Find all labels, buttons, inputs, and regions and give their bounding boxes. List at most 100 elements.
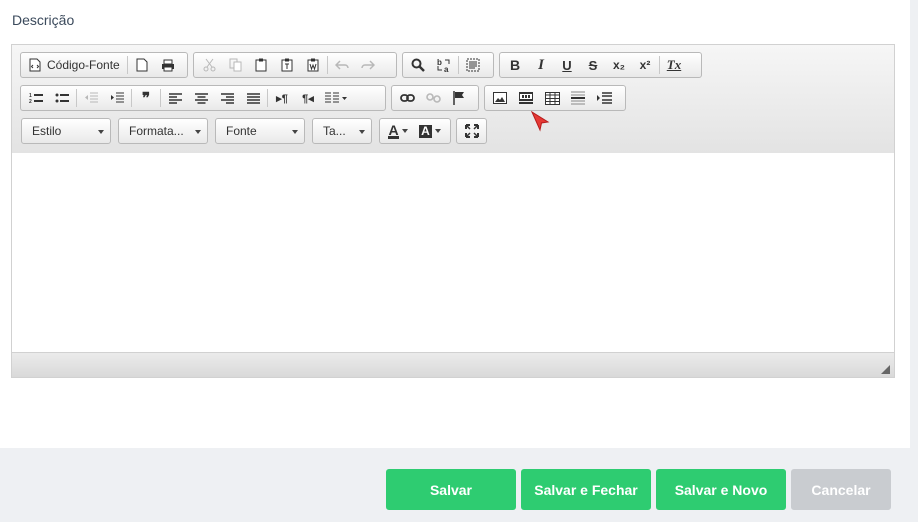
flash-button[interactable] <box>513 87 539 109</box>
replace-button[interactable]: ba <box>431 54 457 76</box>
save-new-button[interactable]: Salvar e Novo <box>656 469 786 510</box>
underline-button[interactable]: U <box>554 54 580 76</box>
paste-text-icon <box>281 58 293 72</box>
undo-icon <box>335 60 349 70</box>
image-icon <box>493 92 507 104</box>
justify-button[interactable] <box>240 87 266 109</box>
undo-button[interactable] <box>329 54 355 76</box>
print-icon <box>161 59 174 71</box>
svg-text:2: 2 <box>29 99 32 104</box>
unlink-button[interactable] <box>420 87 446 109</box>
scroll-gutter <box>910 0 918 448</box>
svg-text:b: b <box>437 58 442 67</box>
toolbar-group-find: ba <box>402 52 494 78</box>
superscript-button[interactable]: x² <box>632 54 658 76</box>
italic-button[interactable]: I <box>528 54 554 76</box>
rtl-button[interactable]: ¶◂ <box>295 87 321 109</box>
separator <box>327 56 328 74</box>
editor-statusbar <box>12 353 894 377</box>
save-button[interactable]: Salvar <box>386 469 516 510</box>
outdent-icon <box>85 92 98 103</box>
align-left-button[interactable] <box>162 87 188 109</box>
chevron-down-icon <box>292 130 298 134</box>
replace-icon: ba <box>437 58 450 73</box>
numbered-list-icon: 12 <box>29 93 43 104</box>
separator <box>76 89 77 107</box>
find-button[interactable] <box>405 54 431 76</box>
redo-button[interactable] <box>355 54 381 76</box>
new-page-button[interactable] <box>129 54 155 76</box>
strike-button[interactable]: S <box>580 54 606 76</box>
source-button[interactable]: Código-Fonte <box>23 54 126 76</box>
language-button[interactable] <box>321 87 351 109</box>
separator <box>126 56 128 74</box>
source-icon <box>29 58 41 72</box>
mouse-pointer-icon <box>530 110 550 132</box>
paste-button[interactable] <box>248 54 274 76</box>
indent-button[interactable] <box>104 87 130 109</box>
select-all-icon <box>466 58 480 72</box>
bold-button[interactable]: B <box>502 54 528 76</box>
format-combo[interactable]: Formata... <box>118 118 208 144</box>
remove-format-button[interactable]: Tx <box>661 54 687 76</box>
paste-icon <box>255 58 267 72</box>
font-size-combo[interactable]: Ta... <box>312 118 372 144</box>
bg-color-button[interactable]: A <box>414 120 446 142</box>
subscript-button[interactable]: x₂ <box>606 54 632 76</box>
separator <box>160 89 161 107</box>
chevron-down-icon <box>434 129 441 133</box>
font-combo[interactable]: Fonte <box>215 118 305 144</box>
cancel-button[interactable]: Cancelar <box>791 469 891 510</box>
horizontal-rule-button[interactable] <box>565 87 591 109</box>
maximize-icon <box>464 124 479 138</box>
toolbar-group-links <box>391 85 479 111</box>
toolbar-group-colors: A A <box>379 118 451 144</box>
separator <box>267 89 268 107</box>
outdent-button[interactable] <box>78 87 104 109</box>
indent-icon <box>111 92 124 103</box>
page-break-button[interactable] <box>591 87 617 109</box>
table-button[interactable] <box>539 87 565 109</box>
separator <box>659 56 660 74</box>
justify-icon <box>246 92 260 104</box>
toolbar-group-clipboard <box>193 52 397 78</box>
select-all-button[interactable] <box>460 54 486 76</box>
style-combo[interactable]: Estilo <box>21 118 111 144</box>
language-icon <box>325 92 347 103</box>
align-right-button[interactable] <box>214 87 240 109</box>
numbered-list-button[interactable]: 12 <box>23 87 49 109</box>
cut-button[interactable] <box>196 54 222 76</box>
copy-button[interactable] <box>222 54 248 76</box>
style-combo-label: Estilo <box>32 124 62 138</box>
unlink-icon <box>425 93 441 103</box>
field-label: Descrição <box>12 12 75 28</box>
bulleted-list-button[interactable] <box>49 87 75 109</box>
chevron-down-icon <box>195 130 201 134</box>
cut-icon <box>203 58 215 72</box>
editor-content-area[interactable] <box>12 153 894 353</box>
page-break-icon <box>597 92 612 104</box>
maximize-button[interactable] <box>459 120 484 142</box>
align-right-icon <box>220 92 234 104</box>
text-color-icon: A <box>388 121 399 139</box>
format-combo-label: Formata... <box>129 124 184 138</box>
paste-word-button[interactable] <box>300 54 326 76</box>
flash-icon <box>519 92 533 104</box>
print-button[interactable] <box>155 54 181 76</box>
toolbar-group-document: Código-Fonte <box>20 52 188 78</box>
save-close-button[interactable]: Salvar e Fechar <box>521 469 651 510</box>
ltr-button[interactable]: ▸¶ <box>269 87 295 109</box>
bg-color-icon: A <box>419 123 432 138</box>
anchor-button[interactable] <box>446 87 472 109</box>
source-label: Código-Fonte <box>47 58 120 72</box>
blockquote-button[interactable]: ❞ <box>133 87 159 109</box>
copy-icon <box>229 58 241 72</box>
image-button[interactable] <box>487 87 513 109</box>
paste-text-button[interactable] <box>274 54 300 76</box>
text-color-button[interactable]: A <box>382 120 414 142</box>
resize-handle-icon[interactable] <box>881 365 890 374</box>
align-center-button[interactable] <box>188 87 214 109</box>
separator <box>131 89 132 107</box>
link-button[interactable] <box>394 87 420 109</box>
flag-icon <box>453 91 464 105</box>
